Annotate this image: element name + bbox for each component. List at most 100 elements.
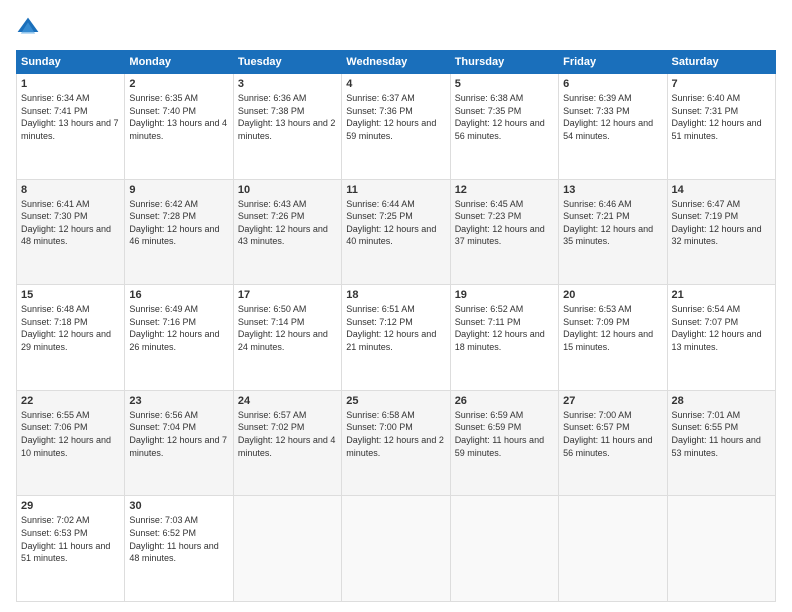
day-info: Sunrise: 6:37 AMSunset: 7:36 PMDaylight:…: [346, 92, 445, 142]
calendar-cell: 12 Sunrise: 6:45 AMSunset: 7:23 PMDayligh…: [450, 179, 558, 285]
calendar-cell: 4 Sunrise: 6:37 AMSunset: 7:36 PMDaylight…: [342, 74, 450, 180]
day-info: Sunrise: 6:53 AMSunset: 7:09 PMDaylight:…: [563, 303, 662, 353]
day-info: Sunrise: 6:48 AMSunset: 7:18 PMDaylight:…: [21, 303, 120, 353]
calendar-cell: 3 Sunrise: 6:36 AMSunset: 7:38 PMDaylight…: [233, 74, 341, 180]
day-number: 27: [563, 395, 662, 407]
calendar-header-row: SundayMondayTuesdayWednesdayThursdayFrid…: [17, 51, 776, 74]
day-info: Sunrise: 6:36 AMSunset: 7:38 PMDaylight:…: [238, 92, 337, 142]
calendar-cell: [559, 496, 667, 602]
day-info: Sunrise: 6:58 AMSunset: 7:00 PMDaylight:…: [346, 409, 445, 459]
day-number: 22: [21, 395, 120, 407]
day-info: Sunrise: 6:40 AMSunset: 7:31 PMDaylight:…: [672, 92, 771, 142]
calendar-cell: 27Sunrise: 7:00 AMSunset: 6:57 PMDayligh…: [559, 390, 667, 496]
day-info: Sunrise: 6:49 AMSunset: 7:16 PMDaylight:…: [129, 303, 228, 353]
day-info: Sunrise: 6:59 AMSunset: 6:59 PMDaylight:…: [455, 409, 554, 459]
calendar-cell: 10 Sunrise: 6:43 AMSunset: 7:26 PMDayligh…: [233, 179, 341, 285]
calendar-body: 1 Sunrise: 6:34 AMSunset: 7:41 PMDaylight…: [17, 74, 776, 602]
day-number: 10: [238, 184, 337, 196]
day-info: Sunrise: 6:52 AMSunset: 7:11 PMDaylight:…: [455, 303, 554, 353]
weekday-header: Thursday: [450, 51, 558, 74]
day-info: Sunrise: 6:35 AMSunset: 7:40 PMDaylight:…: [129, 92, 228, 142]
calendar-cell: 20 Sunrise: 6:53 AMSunset: 7:09 PMDayligh…: [559, 285, 667, 391]
calendar-cell: [667, 496, 775, 602]
calendar-cell: [450, 496, 558, 602]
day-info: Sunrise: 6:57 AMSunset: 7:02 PMDaylight:…: [238, 409, 337, 459]
calendar-cell: 29 Sunrise: 7:02 AMSunset: 6:53 PMDayligh…: [17, 496, 125, 602]
weekday-header: Saturday: [667, 51, 775, 74]
day-info: Sunrise: 7:03 AMSunset: 6:52 PMDaylight:…: [129, 514, 228, 564]
calendar-cell: 14Sunrise: 6:47 AMSunset: 7:19 PMDayligh…: [667, 179, 775, 285]
day-number: 3: [238, 78, 337, 90]
calendar-cell: [233, 496, 341, 602]
day-number: 25: [346, 395, 445, 407]
day-info: Sunrise: 6:50 AMSunset: 7:14 PMDaylight:…: [238, 303, 337, 353]
day-number: 9: [129, 184, 228, 196]
day-number: 1: [21, 78, 120, 90]
calendar-cell: 28 Sunrise: 7:01 AMSunset: 6:55 PMDayligh…: [667, 390, 775, 496]
day-number: 30: [129, 500, 228, 512]
day-number: 28: [672, 395, 771, 407]
day-number: 26: [455, 395, 554, 407]
weekday-header: Wednesday: [342, 51, 450, 74]
day-number: 18: [346, 289, 445, 301]
day-number: 19: [455, 289, 554, 301]
day-number: 21: [672, 289, 771, 301]
logo: [16, 16, 44, 40]
logo-icon: [16, 16, 40, 40]
calendar-week-row: 22 Sunrise: 6:55 AMSunset: 7:06 PMDayligh…: [17, 390, 776, 496]
day-info: Sunrise: 6:55 AMSunset: 7:06 PMDaylight:…: [21, 409, 120, 459]
day-info: Sunrise: 6:47 AMSunset: 7:19 PMDaylight:…: [672, 198, 771, 248]
calendar-cell: 11 Sunrise: 6:44 AMSunset: 7:25 PMDayligh…: [342, 179, 450, 285]
calendar-cell: 17 Sunrise: 6:50 AMSunset: 7:14 PMDayligh…: [233, 285, 341, 391]
day-info: Sunrise: 6:44 AMSunset: 7:25 PMDaylight:…: [346, 198, 445, 248]
day-number: 29: [21, 500, 120, 512]
day-info: Sunrise: 6:46 AMSunset: 7:21 PMDaylight:…: [563, 198, 662, 248]
calendar-cell: 25 Sunrise: 6:58 AMSunset: 7:00 PMDayligh…: [342, 390, 450, 496]
day-info: Sunrise: 7:01 AMSunset: 6:55 PMDaylight:…: [672, 409, 771, 459]
day-info: Sunrise: 6:43 AMSunset: 7:26 PMDaylight:…: [238, 198, 337, 248]
day-number: 24: [238, 395, 337, 407]
day-info: Sunrise: 6:45 AMSunset: 7:23 PMDaylight:…: [455, 198, 554, 248]
calendar-cell: 13 Sunrise: 6:46 AMSunset: 7:21 PMDayligh…: [559, 179, 667, 285]
calendar-cell: 26 Sunrise: 6:59 AMSunset: 6:59 PMDayligh…: [450, 390, 558, 496]
calendar-week-row: 29 Sunrise: 7:02 AMSunset: 6:53 PMDayligh…: [17, 496, 776, 602]
calendar-cell: 22 Sunrise: 6:55 AMSunset: 7:06 PMDayligh…: [17, 390, 125, 496]
day-number: 7: [672, 78, 771, 90]
calendar-cell: 30 Sunrise: 7:03 AMSunset: 6:52 PMDayligh…: [125, 496, 233, 602]
calendar-cell: 8 Sunrise: 6:41 AMSunset: 7:30 PMDaylight…: [17, 179, 125, 285]
day-number: 23: [129, 395, 228, 407]
day-number: 5: [455, 78, 554, 90]
day-info: Sunrise: 6:38 AMSunset: 7:35 PMDaylight:…: [455, 92, 554, 142]
weekday-header: Sunday: [17, 51, 125, 74]
calendar-cell: 24 Sunrise: 6:57 AMSunset: 7:02 PMDayligh…: [233, 390, 341, 496]
day-info: Sunrise: 6:39 AMSunset: 7:33 PMDaylight:…: [563, 92, 662, 142]
day-number: 8: [21, 184, 120, 196]
calendar-cell: 6 Sunrise: 6:39 AMSunset: 7:33 PMDaylight…: [559, 74, 667, 180]
day-number: 6: [563, 78, 662, 90]
calendar-cell: 19 Sunrise: 6:52 AMSunset: 7:11 PMDayligh…: [450, 285, 558, 391]
day-number: 17: [238, 289, 337, 301]
header: [16, 16, 776, 40]
day-info: Sunrise: 6:34 AMSunset: 7:41 PMDaylight:…: [21, 92, 120, 142]
day-info: Sunrise: 6:56 AMSunset: 7:04 PMDaylight:…: [129, 409, 228, 459]
day-number: 11: [346, 184, 445, 196]
day-number: 2: [129, 78, 228, 90]
calendar-cell: 16Sunrise: 6:49 AMSunset: 7:16 PMDayligh…: [125, 285, 233, 391]
day-number: 15: [21, 289, 120, 301]
day-info: Sunrise: 7:02 AMSunset: 6:53 PMDaylight:…: [21, 514, 120, 564]
calendar-cell: [342, 496, 450, 602]
calendar-week-row: 15 Sunrise: 6:48 AMSunset: 7:18 PMDayligh…: [17, 285, 776, 391]
calendar-cell: 1 Sunrise: 6:34 AMSunset: 7:41 PMDaylight…: [17, 74, 125, 180]
day-number: 4: [346, 78, 445, 90]
page: SundayMondayTuesdayWednesdayThursdayFrid…: [0, 0, 792, 612]
day-info: Sunrise: 6:42 AMSunset: 7:28 PMDaylight:…: [129, 198, 228, 248]
day-number: 12: [455, 184, 554, 196]
day-info: Sunrise: 6:41 AMSunset: 7:30 PMDaylight:…: [21, 198, 120, 248]
weekday-header: Monday: [125, 51, 233, 74]
day-number: 20: [563, 289, 662, 301]
day-number: 13: [563, 184, 662, 196]
day-info: Sunrise: 6:51 AMSunset: 7:12 PMDaylight:…: [346, 303, 445, 353]
calendar-table: SundayMondayTuesdayWednesdayThursdayFrid…: [16, 50, 776, 602]
calendar-cell: 18 Sunrise: 6:51 AMSunset: 7:12 PMDayligh…: [342, 285, 450, 391]
calendar-cell: 2 Sunrise: 6:35 AMSunset: 7:40 PMDaylight…: [125, 74, 233, 180]
